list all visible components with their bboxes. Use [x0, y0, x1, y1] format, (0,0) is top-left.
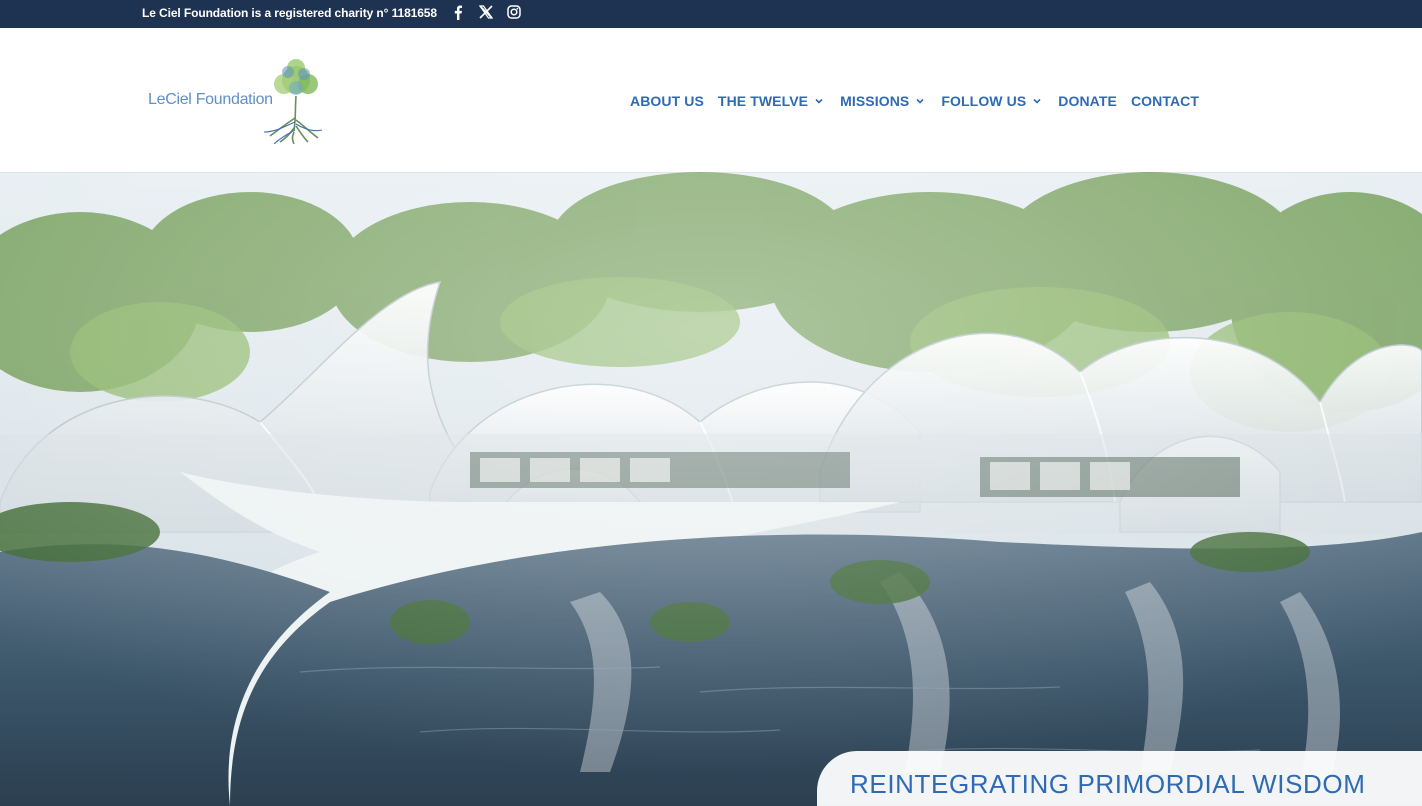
- nav-missions[interactable]: MISSIONS: [840, 93, 925, 109]
- nav-label: MISSIONS: [840, 93, 910, 109]
- hero-image: [0, 172, 1422, 806]
- nav-follow-us[interactable]: FOLLOW US: [941, 93, 1042, 109]
- chevron-down-icon: [815, 98, 823, 104]
- charity-notice: Le Ciel Foundation is a registered chari…: [142, 6, 437, 20]
- top-bar: Le Ciel Foundation is a registered chari…: [0, 0, 1422, 28]
- nav-label: ABOUT US: [630, 93, 704, 109]
- chevron-down-icon: [1033, 98, 1041, 104]
- hero-banner-title: REINTEGRATING PRIMORDIAL WISDOM: [850, 769, 1366, 799]
- main-nav: ABOUT US THE TWELVE MISSIONS FOLLOW US D…: [630, 92, 1199, 110]
- logo-text: LeCiel Foundation: [148, 91, 273, 108]
- site-header: LeCiel Foundation ABOUT US THE TWELVE MI…: [0, 28, 1422, 172]
- logo[interactable]: LeCiel Foundation: [146, 58, 324, 144]
- chevron-down-icon: [916, 98, 924, 104]
- x-icon[interactable]: [477, 3, 495, 21]
- hero-banner: REINTEGRATING PRIMORDIAL WISDOM: [817, 751, 1422, 806]
- nav-about-us[interactable]: ABOUT US: [630, 93, 704, 109]
- hero-illustration: [0, 172, 1422, 806]
- instagram-icon[interactable]: [505, 3, 523, 21]
- nav-label: FOLLOW US: [941, 93, 1027, 109]
- nav-label: THE TWELVE: [717, 93, 809, 109]
- nav-label: DONATE: [1058, 93, 1117, 109]
- nav-the-twelve[interactable]: THE TWELVE: [718, 93, 824, 109]
- nav-label: CONTACT: [1130, 93, 1200, 109]
- facebook-icon[interactable]: [449, 3, 467, 21]
- nav-contact[interactable]: CONTACT: [1131, 93, 1199, 109]
- nav-donate[interactable]: DONATE: [1058, 93, 1117, 109]
